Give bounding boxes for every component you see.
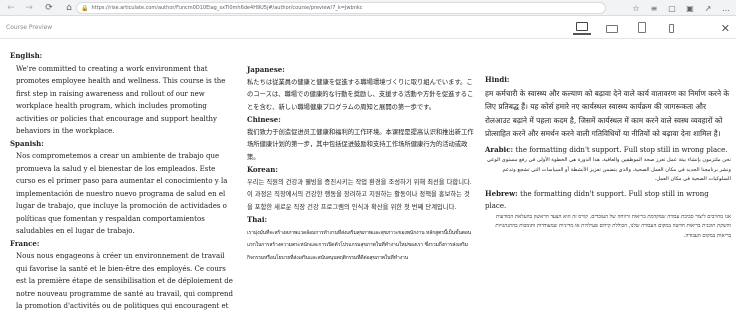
collections-icon[interactable]: ▣: [684, 1, 696, 15]
hindi-label: Hindi:: [485, 75, 510, 84]
tablet-landscape-button[interactable]: [603, 21, 621, 35]
device-switcher: ✕: [572, 21, 730, 35]
arabic-text: نحن ملتزمون بإنشاء بيئة عمل تعزز صحة الم…: [486, 157, 731, 182]
reload-icon[interactable]: ⟳: [42, 1, 56, 15]
hebrew-text: אנו מחויבים ליצור סביבת עבודה שמקדמת ברי…: [495, 213, 731, 239]
column-asian-languages: Japanese: 私たちは従業員の健康と健康を促進する職場環境づくりに取り組ん…: [247, 64, 475, 264]
tablet-portrait-button[interactable]: [633, 21, 651, 35]
arabic-label: Arabic:: [485, 144, 514, 154]
france-label: France:: [10, 238, 40, 248]
spanish-label: Spanish:: [10, 138, 44, 148]
japanese-text: 私たちは従業員の健康と健康を促進する職場環境づくりに取り組んでいます。このコース…: [247, 78, 474, 111]
reading-list-icon[interactable]: ≡: [648, 1, 660, 15]
tablet-landscape-icon: [605, 25, 618, 33]
menu-icon[interactable]: …: [720, 1, 732, 15]
home-icon[interactable]: ⌂: [62, 1, 76, 15]
arabic-heading: Arabic: the formatting didn't support. F…: [485, 144, 731, 157]
tablet-portrait-icon: [637, 22, 646, 33]
address-bar[interactable]: 🔒 https://rise.articulate.com/author/Fun…: [76, 2, 606, 14]
star-icon[interactable]: ☆: [630, 1, 642, 15]
phone-icon: [669, 24, 675, 33]
chinese-label: Chinese:: [247, 115, 281, 124]
url-text: https://rise.articulate.com/author/Funcm…: [91, 5, 363, 11]
english-label: English:: [10, 51, 43, 60]
course-preview-label: Course Preview: [6, 24, 53, 31]
arabic-note: the formatting didn't support. Full stop…: [515, 145, 728, 154]
column-western-languages: English: We're committed to creating a w…: [10, 50, 236, 313]
korean-label: Korean:: [247, 165, 278, 174]
course-preview-bar: Course Preview ✕: [0, 17, 736, 39]
hebrew-note: the formatting didn't support. Full stop…: [485, 189, 709, 211]
thai-text: เรามุ่งมั่นที่จะสร้างสภาพแวดล้อมการทำงาน…: [247, 229, 472, 261]
desktop-icon: [575, 22, 588, 31]
share-icon[interactable]: ↗: [702, 1, 714, 15]
japanese-label: Japanese:: [247, 65, 285, 74]
phone-view-button[interactable]: [663, 21, 681, 35]
close-icon[interactable]: ✕: [721, 22, 730, 35]
france-text: Nous nous engageons à créer un environne…: [16, 252, 233, 310]
spanish-text: Nos comprometemos a crear un ambiente de…: [16, 152, 228, 235]
chinese-text: 我们致力于创造促进员工健康和福利的工作环境。本课程是提高认识和推出新工作场所健康…: [247, 128, 474, 161]
browser-toolbar: ← → ⟳ ⌂ 🔒 https://rise.articulate.com/au…: [0, 0, 736, 16]
forward-arrow-icon[interactable]: →: [22, 1, 36, 15]
hebrew-label: Hebrew:: [485, 188, 518, 198]
thai-label: Thai:: [247, 215, 268, 224]
column-other-scripts: Hindi: हम कर्मचारी के स्वास्थ्य और कल्या…: [485, 74, 731, 241]
extensions-icon[interactable]: ▢: [666, 1, 678, 15]
english-text: We're committed to creating a work envir…: [16, 64, 226, 136]
hindi-text: हम कर्मचारी के स्वास्थ्य और कल्याण को बढ…: [485, 88, 730, 139]
hebrew-heading: Hebrew: the formatting didn't support. F…: [485, 188, 731, 213]
desktop-view-button[interactable]: [572, 21, 591, 35]
korean-text: 우리는 직원의 건강과 웰빙을 증진시키는 작업 환경을 조성하기 위해 최선을…: [247, 178, 472, 211]
lock-icon: 🔒: [81, 4, 89, 12]
back-arrow-icon[interactable]: ←: [4, 1, 18, 15]
